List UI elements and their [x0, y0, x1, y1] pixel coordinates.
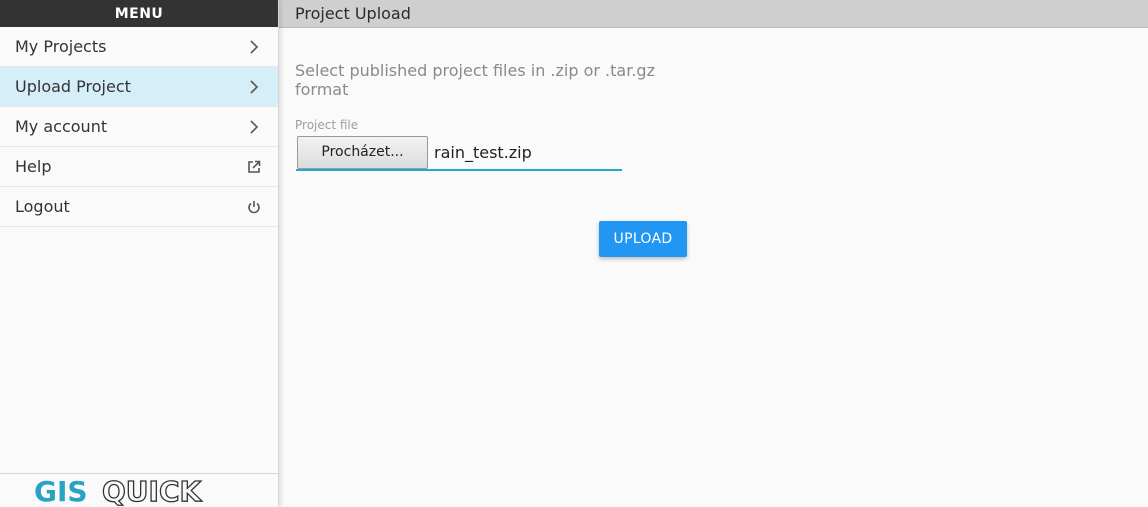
sidebar: MENU My Projects Upload Project My accou…	[0, 0, 279, 507]
page-header: Project Upload	[279, 0, 1148, 28]
menu-list: My Projects Upload Project My account He…	[0, 27, 278, 227]
sidebar-item-label: Help	[15, 157, 52, 176]
upload-button[interactable]: UPLOAD	[599, 221, 687, 257]
browse-button[interactable]: Procházet...	[297, 135, 428, 169]
sidebar-item-label: My Projects	[15, 37, 107, 56]
project-file-input[interactable]: Procházet... rain_test.zip	[296, 135, 622, 171]
sidebar-item-upload-project[interactable]: Upload Project	[0, 67, 278, 107]
sidebar-item-logout[interactable]: Logout	[0, 187, 278, 227]
chevron-right-icon	[246, 119, 262, 135]
selected-file-name: rain_test.zip	[434, 142, 532, 162]
chevron-right-icon	[246, 39, 262, 55]
sidebar-item-my-account[interactable]: My account	[0, 107, 278, 147]
sidebar-item-help[interactable]: Help	[0, 147, 278, 187]
menu-header: MENU	[0, 0, 278, 27]
external-link-icon	[246, 159, 262, 175]
logo-text-gis: GIS	[34, 476, 88, 506]
main-content: Select published project files in .zip o…	[279, 28, 1148, 507]
power-icon	[246, 199, 262, 215]
sidebar-item-label: My account	[15, 117, 108, 136]
project-file-label: Project file	[295, 118, 359, 132]
gisquick-logo: GIS QUICK	[0, 473, 278, 507]
sidebar-item-my-projects[interactable]: My Projects	[0, 27, 278, 67]
sidebar-item-label: Upload Project	[15, 77, 131, 96]
gisquick-logo-graphic: GIS QUICK	[34, 476, 203, 506]
sidebar-item-label: Logout	[15, 197, 70, 216]
upload-description: Select published project files in .zip o…	[295, 61, 655, 99]
logo-text-quick: QUICK	[102, 476, 203, 506]
chevron-right-icon	[246, 79, 262, 95]
page-title: Project Upload	[295, 4, 411, 23]
